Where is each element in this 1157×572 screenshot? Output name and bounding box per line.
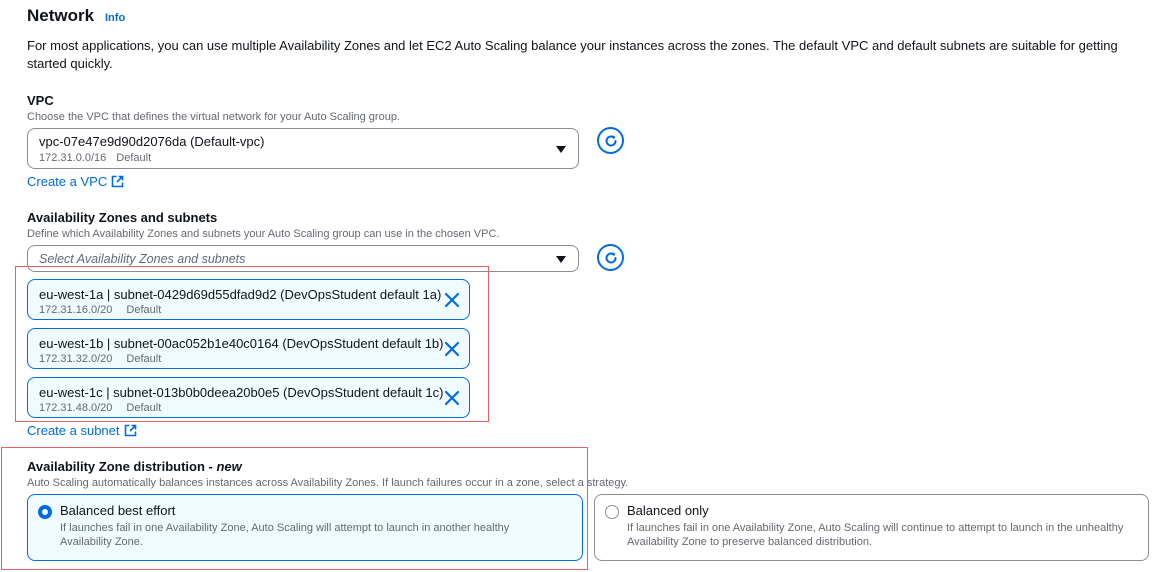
vpc-cidr: 172.31.0.0/16	[39, 152, 107, 164]
external-link-icon	[111, 175, 124, 188]
subnet-token: eu-west-1a | subnet-0429d69d55dfad9d2 (D…	[27, 279, 470, 320]
balanced-only-option[interactable]: Balanced only If launches fail in one Av…	[594, 494, 1149, 561]
subnet-token: eu-west-1c | subnet-013b0b0deea20b0e5 (D…	[27, 377, 470, 418]
vpc-refresh-button[interactable]	[597, 127, 624, 154]
vpc-description: Choose the VPC that defines the virtual …	[27, 111, 400, 123]
create-vpc-link[interactable]: Create a VPC	[27, 174, 124, 189]
vpc-select[interactable]: vpc-07e47e9d90d2076da (Default-vpc) 172.…	[27, 128, 579, 169]
distribution-label-text: Availability Zone distribution -	[27, 459, 217, 474]
subnet-cidr: 172.31.32.0/20	[39, 353, 113, 365]
subnet-default-tag: Default	[126, 353, 162, 365]
subnet-default-tag: Default	[126, 304, 162, 316]
new-badge: new	[216, 459, 242, 474]
distribution-label: Availability Zone distribution - new	[27, 459, 242, 474]
create-subnet-link[interactable]: Create a subnet	[27, 423, 137, 438]
close-icon[interactable]	[443, 389, 461, 407]
subnets-refresh-button[interactable]	[597, 244, 624, 271]
refresh-icon	[605, 251, 617, 264]
subnet-cidr: 172.31.16.0/20	[39, 304, 113, 316]
subnet-token-meta: 172.31.32.0/20 Default	[39, 353, 161, 365]
distribution-description: Auto Scaling automatically balances inst…	[27, 477, 629, 489]
caret-down-icon	[556, 255, 566, 263]
subnet-token-name: eu-west-1c | subnet-013b0b0deea20b0e5 (D…	[39, 385, 444, 400]
subnet-token-name: eu-west-1b | subnet-00ac052b1e40c0164 (D…	[39, 336, 444, 351]
create-subnet-label: Create a subnet	[27, 423, 120, 438]
info-link[interactable]: Info	[105, 12, 125, 24]
option-title: Balanced only	[627, 503, 709, 518]
subnets-label: Availability Zones and subnets	[27, 210, 218, 225]
vpc-selected-name: vpc-07e47e9d90d2076da (Default-vpc)	[39, 134, 265, 149]
radio-button-selected[interactable]	[38, 505, 52, 519]
vpc-label: VPC	[27, 93, 54, 108]
external-link-icon	[124, 424, 136, 437]
radio-button[interactable]	[605, 505, 619, 519]
balanced-best-effort-option[interactable]: Balanced best effort If launches fail in…	[27, 494, 583, 561]
section-description: For most applications, you can use multi…	[27, 38, 1118, 71]
subnet-token-meta: 172.31.16.0/20 Default	[39, 304, 161, 316]
subnet-token-meta: 172.31.48.0/20 Default	[39, 402, 161, 414]
close-icon[interactable]	[443, 340, 461, 358]
section-title: Network	[27, 6, 95, 25]
vpc-selected-meta: 172.31.0.0/16 Default	[39, 152, 151, 164]
subnets-placeholder: Select Availability Zones and subnets	[39, 252, 246, 266]
vpc-default-tag: Default	[116, 152, 152, 164]
option-title: Balanced best effort	[60, 503, 176, 518]
subnet-cidr: 172.31.48.0/20	[39, 402, 113, 414]
create-vpc-label: Create a VPC	[27, 174, 108, 189]
subnet-token-name: eu-west-1a | subnet-0429d69d55dfad9d2 (D…	[39, 287, 442, 302]
refresh-icon	[605, 134, 617, 147]
subnets-description: Define which Availability Zones and subn…	[27, 228, 500, 240]
option-description: If launches fail in one Availability Zon…	[60, 522, 510, 548]
subnet-token: eu-west-1b | subnet-00ac052b1e40c0164 (D…	[27, 328, 470, 369]
caret-down-icon	[556, 145, 566, 153]
subnet-default-tag: Default	[126, 402, 162, 414]
option-description: If launches fail in one Availability Zon…	[627, 522, 1124, 548]
close-icon[interactable]	[443, 291, 461, 309]
